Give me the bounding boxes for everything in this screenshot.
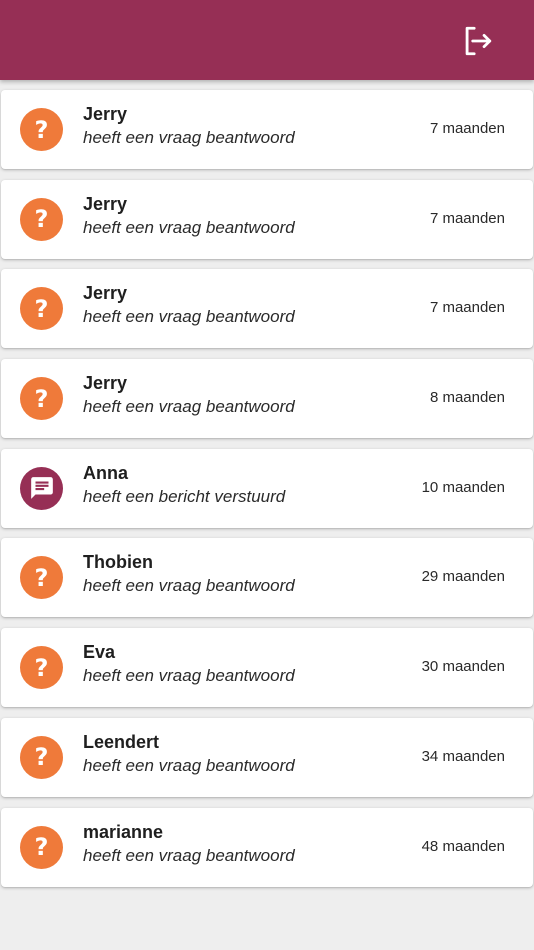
notification-avatar: ?	[20, 556, 63, 600]
notification-card[interactable]: ? Jerry heeft een vraag beantwoord 7 maa…	[1, 179, 533, 259]
notification-avatar: ?	[20, 108, 63, 151]
notification-time: 7 maanden	[429, 120, 505, 137]
notification-action: heeft een bericht verstuurd	[83, 486, 286, 506]
notification-card[interactable]: ? Leendert heeft een vraag beantwoord 34…	[1, 717, 533, 797]
notification-time: 8 maanden	[429, 389, 505, 407]
notification-name: Eva	[83, 642, 116, 663]
notification-name: marianne	[83, 821, 164, 842]
question-icon: ?	[34, 563, 49, 592]
notification-time: 29 maanden	[421, 568, 505, 586]
notification-action: heeft een vraag beantwoord	[83, 755, 295, 775]
notification-time: 34 maanden	[421, 747, 505, 765]
notification-time: 7 maanden	[429, 209, 505, 227]
notification-avatar: ?	[20, 287, 63, 331]
notification-card[interactable]: Anna heeft een bericht verstuurd 10 maan…	[1, 448, 533, 528]
notification-name: Anna	[83, 462, 128, 483]
question-icon: ?	[34, 115, 49, 144]
notification-avatar	[20, 466, 63, 510]
notification-name: Jerry	[83, 283, 128, 304]
notification-name: Jerry	[83, 104, 128, 124]
message-icon	[30, 477, 53, 500]
notification-card[interactable]: ? Eva heeft een vraag beantwoord 30 maan…	[1, 628, 533, 708]
notification-avatar: ?	[20, 646, 63, 690]
notification-action: heeft een vraag beantwoord	[83, 128, 295, 147]
notification-avatar: ?	[20, 377, 63, 421]
notification-name: Jerry	[83, 193, 128, 214]
notification-card[interactable]: ? Jerry heeft een vraag beantwoord 8 maa…	[1, 359, 533, 439]
notification-name: Leendert	[83, 731, 160, 752]
notification-avatar: ?	[20, 735, 63, 779]
logout-icon	[465, 26, 492, 56]
notification-card[interactable]: ? Jerry heeft een vraag beantwoord 7 maa…	[1, 90, 533, 169]
notification-avatar: ?	[20, 825, 63, 869]
notification-action: heeft een vraag beantwoord	[83, 307, 295, 327]
notification-time: 7 maanden	[429, 299, 505, 317]
notification-avatar: ?	[20, 197, 63, 241]
notification-card[interactable]: ? Thobien heeft een vraag beantwoord 29 …	[1, 538, 533, 618]
question-icon: ?	[34, 833, 49, 861]
question-icon: ?	[34, 743, 49, 772]
notification-card[interactable]: ? marianne heeft een vraag beantwoord 48…	[1, 807, 533, 887]
logout-button[interactable]	[456, 20, 498, 62]
notification-action: heeft een vraag beantwoord	[83, 397, 295, 417]
notification-list: ? Jerry heeft een vraag beantwoord 7 maa…	[0, 90, 534, 897]
question-icon: ?	[34, 653, 49, 682]
question-icon: ?	[34, 384, 49, 413]
notification-time: 10 maanden	[421, 478, 505, 496]
notification-action: heeft een vraag beantwoord	[83, 576, 295, 596]
app-bar	[0, 0, 534, 80]
notification-card[interactable]: ? Jerry heeft een vraag beantwoord 7 maa…	[1, 269, 533, 349]
notification-time: 30 maanden	[421, 658, 505, 676]
notification-name: Jerry	[83, 373, 128, 394]
question-icon: ?	[34, 205, 49, 234]
notification-action: heeft een vraag beantwoord	[83, 845, 295, 865]
notification-time: 48 maanden	[421, 837, 505, 855]
notification-action: heeft een vraag beantwoord	[83, 217, 295, 237]
notification-name: Thobien	[83, 552, 153, 573]
notification-action: heeft een vraag beantwoord	[83, 666, 295, 686]
question-icon: ?	[34, 294, 49, 323]
